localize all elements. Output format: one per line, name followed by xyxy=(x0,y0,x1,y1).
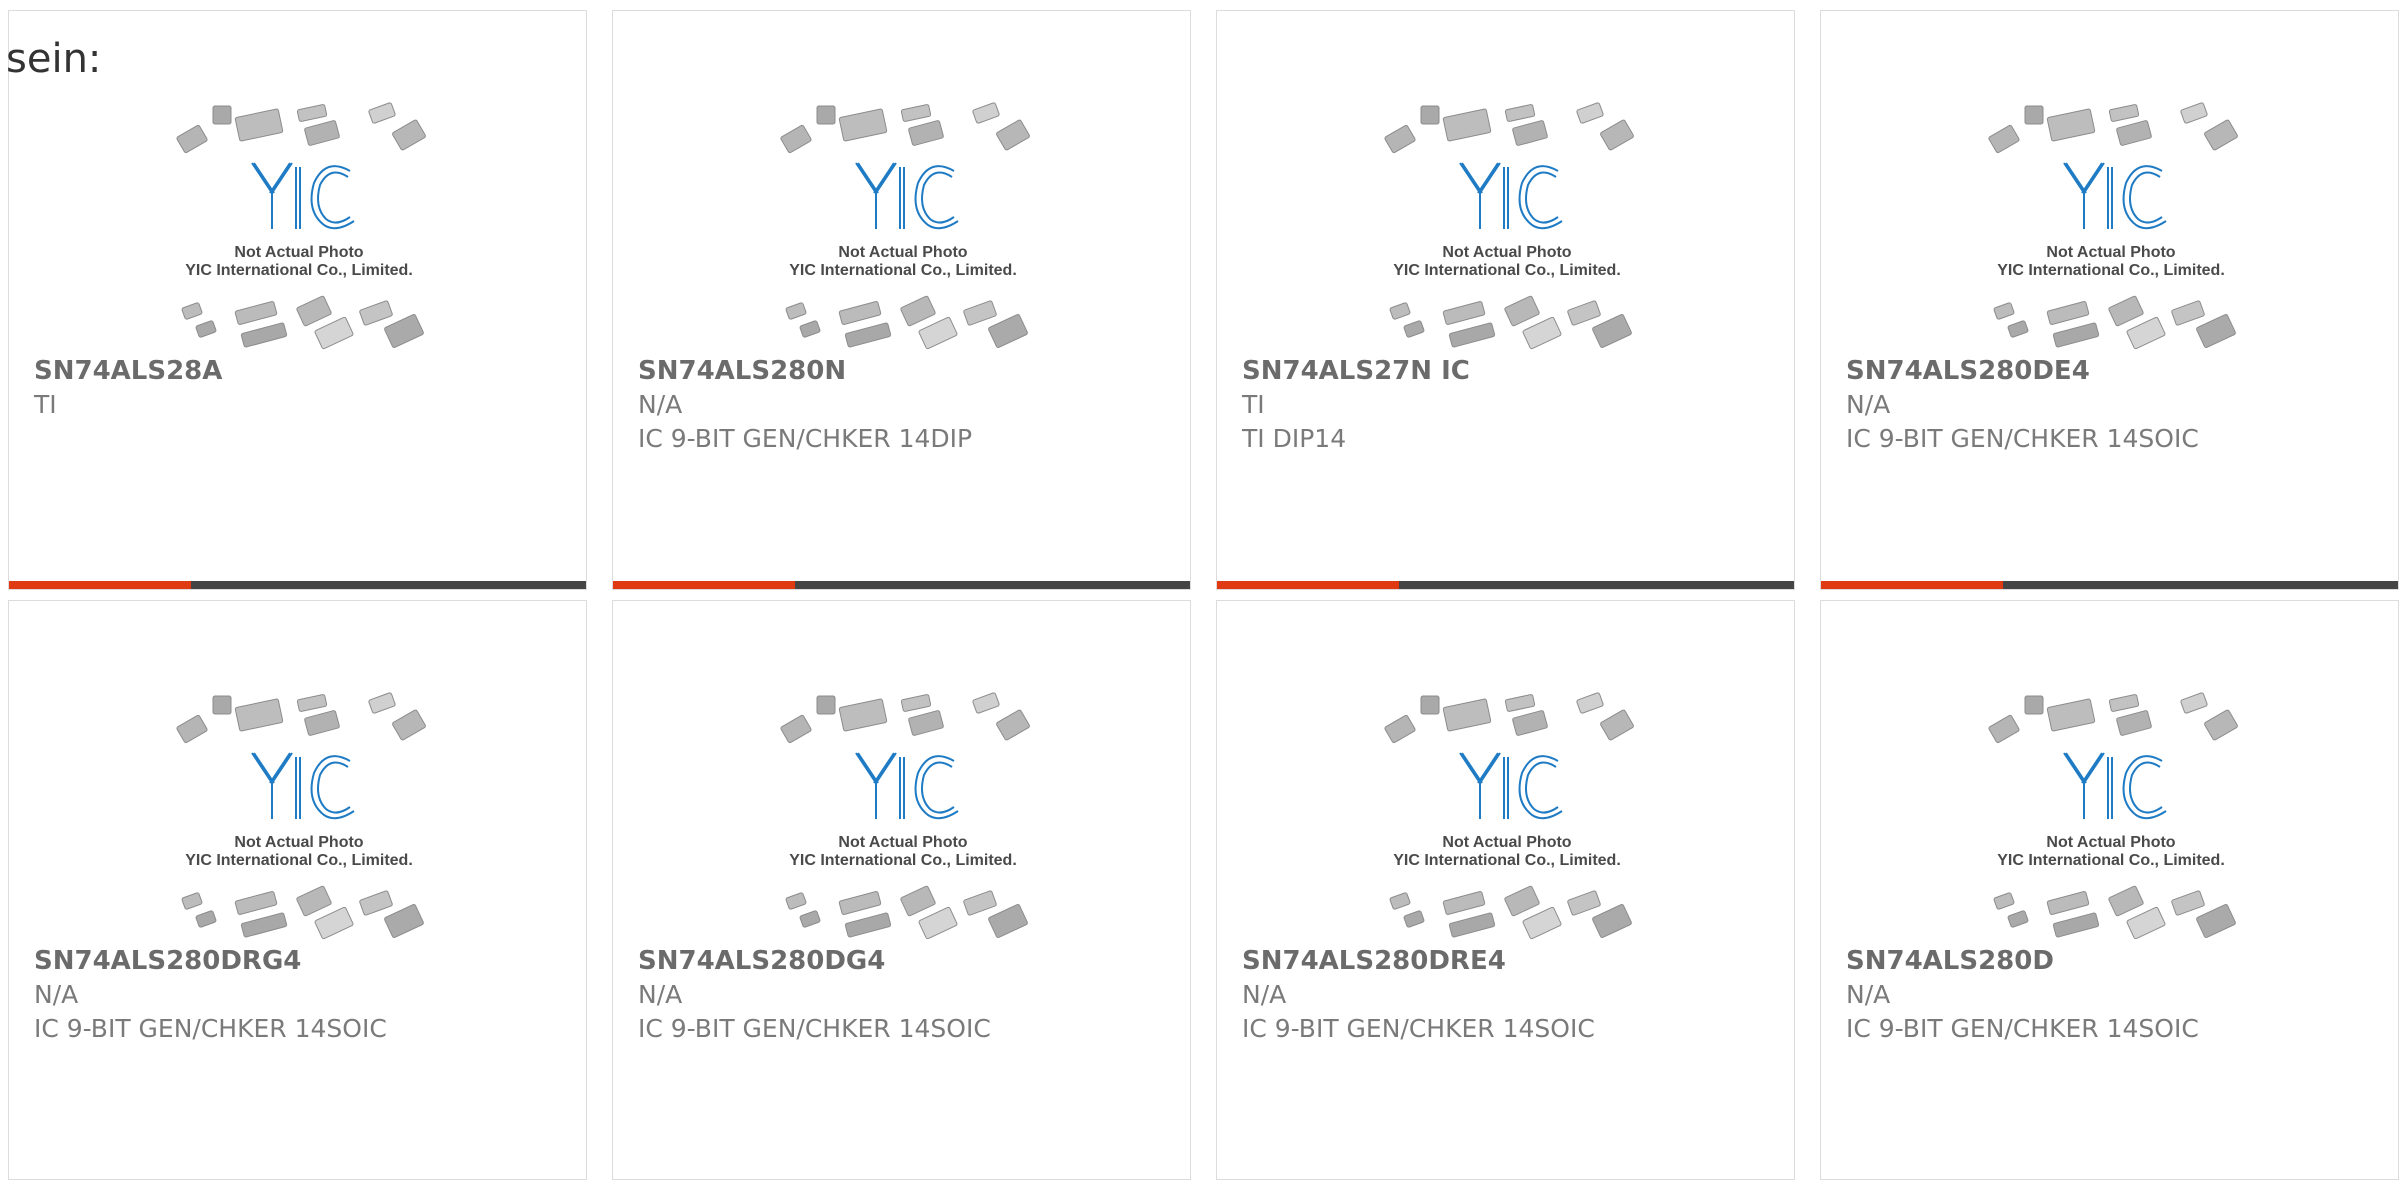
part-number[interactable]: SN74ALS280D xyxy=(1846,944,2388,978)
yic-placeholder-image: Not Actual PhotoYIC International Co., L… xyxy=(780,102,1030,350)
product-image[interactable]: Not Actual Photo YIC International Co., L… xyxy=(164,101,434,351)
card-accent-fill xyxy=(1217,581,1399,589)
part-number[interactable]: SN74ALS280DE4 xyxy=(1846,354,2388,388)
product-info: SN74ALS280DE4 N/A IC 9-BIT GEN/CHKER 14S… xyxy=(1846,354,2388,456)
description: IC 9-BIT GEN/CHKER 14SOIC xyxy=(1846,1014,2199,1043)
part-number[interactable]: SN74ALS28A xyxy=(34,354,576,388)
svg-text:Not Actual Photo: Not Actual Photo xyxy=(2046,834,2175,851)
svg-text:YIC International Co., Limited: YIC International Co., Limited. xyxy=(185,262,413,279)
manufacturer: N/A xyxy=(1846,980,1891,1009)
svg-text:YIC International Co., Limited: YIC International Co., Limited. xyxy=(1393,262,1621,279)
manufacturer: N/A xyxy=(638,980,683,1009)
svg-text:Not Actual Photo: Not Actual Photo xyxy=(234,244,363,261)
product-image[interactable]: Not Actual Photo YIC International Co., L… xyxy=(1976,101,2246,351)
description: IC 9-BIT GEN/CHKER 14SOIC xyxy=(1846,424,2199,453)
product-image[interactable]: Not Actual Photo YIC International Co., L… xyxy=(768,691,1038,941)
product-info: SN74ALS280DRE4 N/A IC 9-BIT GEN/CHKER 14… xyxy=(1242,944,1784,1046)
description: IC 9-BIT GEN/CHKER 14SOIC xyxy=(1242,1014,1595,1043)
product-info: SN74ALS280N N/A IC 9-BIT GEN/CHKER 14DIP xyxy=(638,354,1180,456)
yic-placeholder-image: Not Actual PhotoYIC International Co., L… xyxy=(780,692,1030,940)
svg-text:Not Actual Photo: Not Actual Photo xyxy=(838,834,967,851)
card-accent-bar xyxy=(1217,581,1794,589)
product-grid: Not Actual Photo YIC International Co., L… xyxy=(8,10,2399,1180)
description: IC 9-BIT GEN/CHKER 14SOIC xyxy=(34,1014,387,1043)
yic-placeholder-image: Not Actual PhotoYIC International Co., L… xyxy=(1988,102,2238,350)
part-number[interactable]: SN74ALS280DRE4 xyxy=(1242,944,1784,978)
svg-text:YIC International Co., Limited: YIC International Co., Limited. xyxy=(1997,852,2225,869)
yic-placeholder-image: Not Actual PhotoYIC International Co., L… xyxy=(1384,692,1634,940)
description: IC 9-BIT GEN/CHKER 14DIP xyxy=(638,424,973,453)
yic-placeholder-image: Not Actual PhotoYIC International Co., L… xyxy=(176,102,426,350)
svg-text:YIC International Co., Limited: YIC International Co., Limited. xyxy=(1997,262,2225,279)
card-accent-bar xyxy=(613,581,1190,589)
product-card[interactable]: Not Actual Photo YIC International Co., L… xyxy=(1216,10,1795,590)
description: TI DIP14 xyxy=(1242,424,1347,453)
svg-text:Not Actual Photo: Not Actual Photo xyxy=(1442,834,1571,851)
product-card[interactable]: Not Actual Photo YIC International Co., L… xyxy=(8,600,587,1180)
product-card[interactable]: Not Actual Photo YIC International Co., L… xyxy=(1216,600,1795,1180)
card-accent-bar xyxy=(1821,581,2398,589)
yic-placeholder-image: Not Actual PhotoYIC International Co., L… xyxy=(176,692,426,940)
card-accent-fill xyxy=(9,581,191,589)
product-image[interactable]: Not Actual Photo YIC International Co., L… xyxy=(1976,691,2246,941)
manufacturer: TI xyxy=(1242,390,1265,419)
product-info: SN74ALS280DRG4 N/A IC 9-BIT GEN/CHKER 14… xyxy=(34,944,576,1046)
card-accent-bar xyxy=(9,581,586,589)
manufacturer: TI xyxy=(34,390,57,419)
product-info: SN74ALS27N IC TI TI DIP14 xyxy=(1242,354,1784,456)
product-card[interactable]: Not Actual Photo YIC International Co., L… xyxy=(612,600,1191,1180)
yic-placeholder-image: Not Actual PhotoYIC International Co., L… xyxy=(1988,692,2238,940)
product-info: SN74ALS280DG4 N/A IC 9-BIT GEN/CHKER 14S… xyxy=(638,944,1180,1046)
svg-text:YIC International Co., Limited: YIC International Co., Limited. xyxy=(789,852,1017,869)
manufacturer: N/A xyxy=(1242,980,1287,1009)
product-card[interactable]: Not Actual Photo YIC International Co., L… xyxy=(8,10,587,590)
description: IC 9-BIT GEN/CHKER 14SOIC xyxy=(638,1014,991,1043)
card-accent-fill xyxy=(613,581,795,589)
product-card[interactable]: Not Actual Photo YIC International Co., L… xyxy=(612,10,1191,590)
svg-text:Not Actual Photo: Not Actual Photo xyxy=(1442,244,1571,261)
prefix-text: sein: xyxy=(6,36,102,82)
product-info: SN74ALS280D N/A IC 9-BIT GEN/CHKER 14SOI… xyxy=(1846,944,2388,1046)
part-number[interactable]: SN74ALS27N IC xyxy=(1242,354,1784,388)
manufacturer: N/A xyxy=(1846,390,1891,419)
part-number[interactable]: SN74ALS280DRG4 xyxy=(34,944,576,978)
manufacturer: N/A xyxy=(34,980,79,1009)
product-image[interactable]: Not Actual Photo YIC International Co., L… xyxy=(1372,691,1642,941)
product-info: SN74ALS28A TI xyxy=(34,354,576,422)
product-card[interactable]: Not Actual Photo YIC International Co., L… xyxy=(1820,10,2399,590)
product-image[interactable]: Not Actual Photo YIC International Co., L… xyxy=(1372,101,1642,351)
product-card[interactable]: Not Actual Photo YIC International Co., L… xyxy=(1820,600,2399,1180)
product-image[interactable]: Not Actual Photo YIC International Co., L… xyxy=(164,691,434,941)
svg-text:YIC International Co., Limited: YIC International Co., Limited. xyxy=(185,852,413,869)
svg-text:Not Actual Photo: Not Actual Photo xyxy=(234,834,363,851)
svg-text:Not Actual Photo: Not Actual Photo xyxy=(838,244,967,261)
part-number[interactable]: SN74ALS280DG4 xyxy=(638,944,1180,978)
svg-text:Not Actual Photo: Not Actual Photo xyxy=(2046,244,2175,261)
svg-text:YIC International Co., Limited: YIC International Co., Limited. xyxy=(1393,852,1621,869)
svg-text:YIC International Co., Limited: YIC International Co., Limited. xyxy=(789,262,1017,279)
manufacturer: N/A xyxy=(638,390,683,419)
yic-placeholder-image: Not Actual PhotoYIC International Co., L… xyxy=(1384,102,1634,350)
part-number[interactable]: SN74ALS280N xyxy=(638,354,1180,388)
product-image[interactable]: Not Actual Photo YIC International Co., L… xyxy=(768,101,1038,351)
card-accent-fill xyxy=(1821,581,2003,589)
